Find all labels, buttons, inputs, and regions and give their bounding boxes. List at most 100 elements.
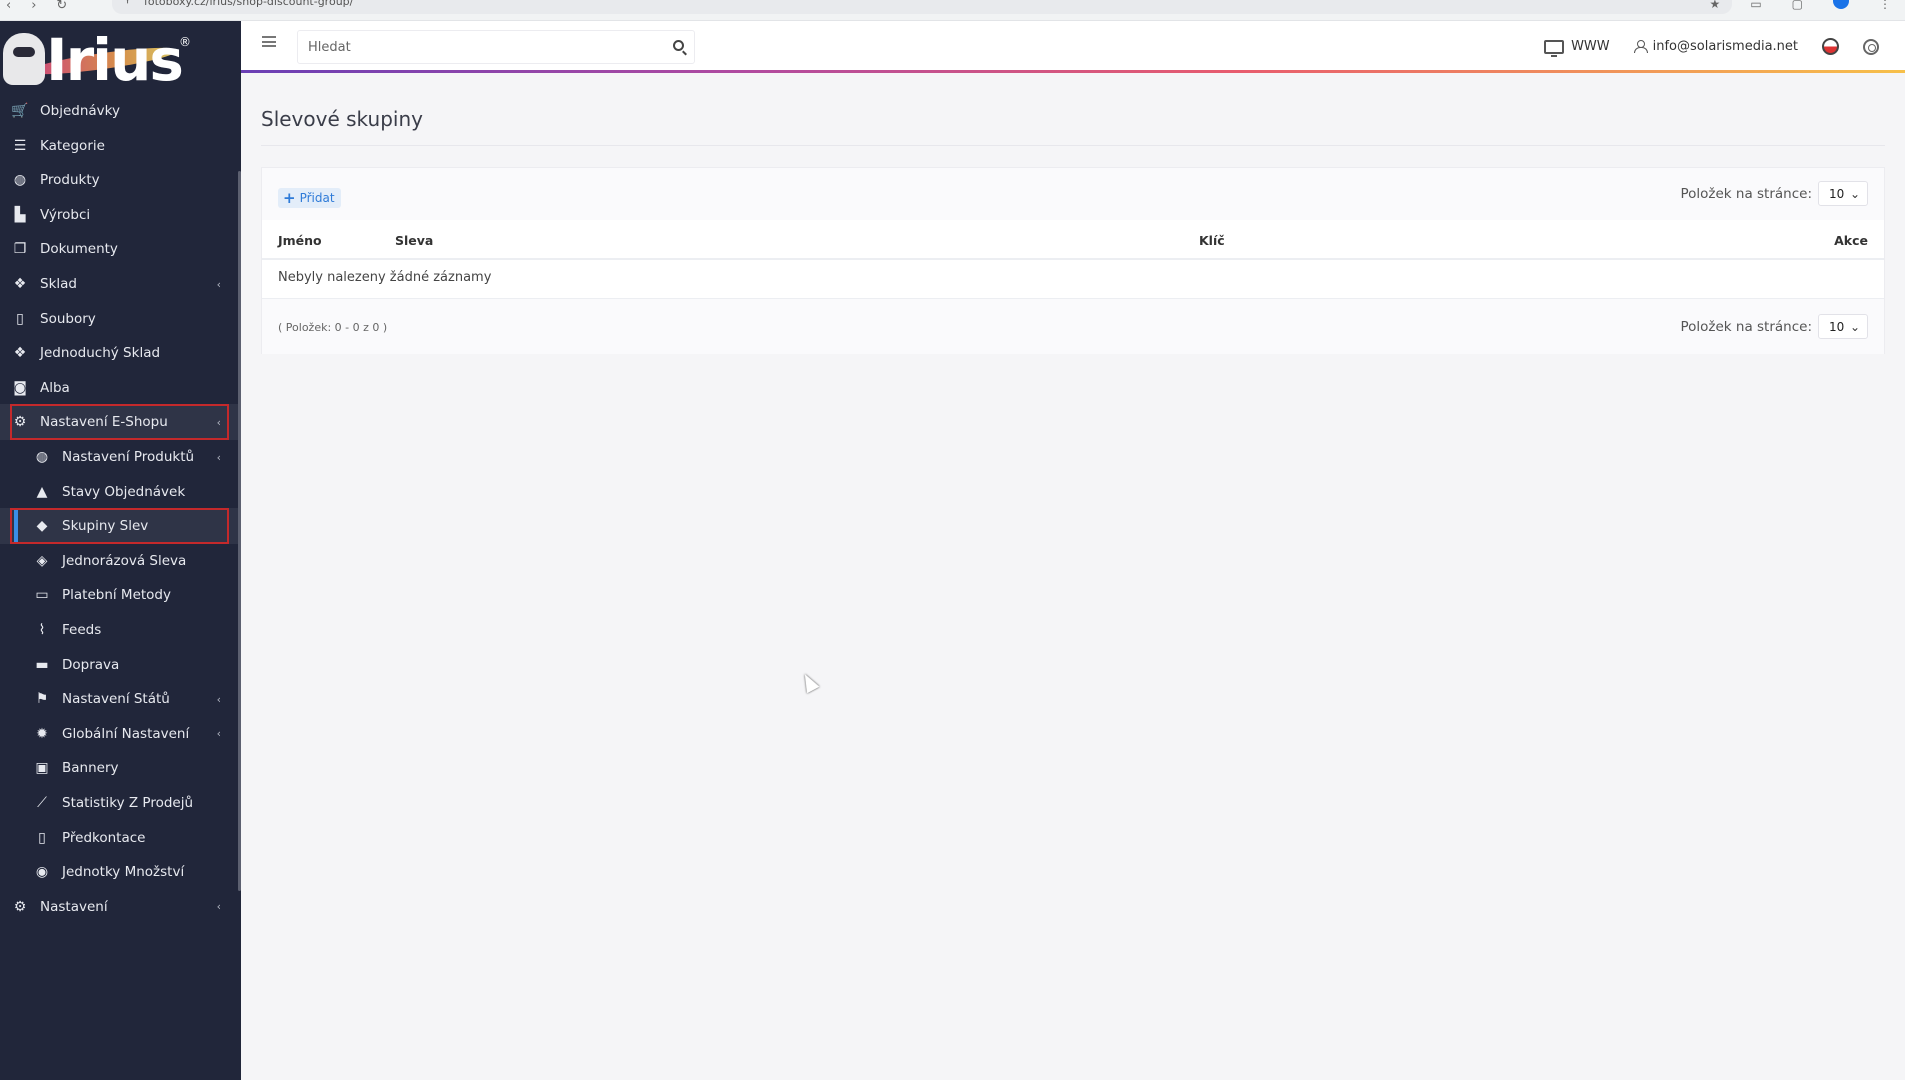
language-flag-icon[interactable] [1822, 38, 1839, 55]
sidebar-item-jednotky-mnozstvi[interactable]: ◉ Jednotky Množství [0, 854, 241, 890]
list-icon: ☰ [13, 137, 27, 154]
sidebar-item-label: Bannery [62, 760, 119, 777]
sidebar-item-label: Globální Nastavení [62, 725, 190, 742]
chevron-down-icon: ⌄ [1849, 186, 1860, 201]
plus-icon: + [283, 189, 296, 207]
sidebar-item-label: Jednoduchý Sklad [40, 345, 161, 362]
sidebar-item-nastaveni-e-shopu[interactable]: ⚙ Nastavení E-Shopu ‹ [0, 404, 241, 441]
per-page-label: Položek na stránce: [1680, 185, 1812, 202]
sidebar-item-bannery[interactable]: ▣ Bannery [0, 750, 241, 786]
reload-icon[interactable]: ↻ [56, 0, 67, 12]
column-header-name[interactable]: Jméno [278, 233, 322, 248]
chevron-left-icon[interactable]: ‹ [217, 900, 221, 913]
sidebar-scrollbar[interactable] [238, 171, 241, 891]
per-page-bottom: Položek na stránce: 10 ⌄ [1680, 314, 1868, 339]
sidebar-item-jednoduchy-sklad[interactable]: ❖ Jednoduchý Sklad [0, 335, 241, 371]
column-header-key[interactable]: Klíč [1199, 233, 1225, 248]
topbar-actions: WWW info@solarismedia.net [1544, 21, 1879, 72]
monitor-icon [1544, 39, 1565, 57]
column-header-discount[interactable]: Sleva [395, 233, 433, 248]
logo[interactable]: Irius ® [0, 21, 241, 94]
sidebar-item-label: Soubory [40, 310, 96, 327]
chevron-left-icon[interactable]: ‹ [217, 278, 221, 291]
sidebar-item-label: Kategorie [40, 137, 105, 154]
sidebar-item-globalni-nastaveni[interactable]: ✹ Globální Nastavení ‹ [0, 716, 241, 752]
search-icon[interactable] [673, 40, 684, 51]
extension-icon[interactable]: ▭ [1750, 0, 1761, 10]
panel-toolbar: + Přidat Položek na stránce: 10 ⌄ [262, 168, 1884, 220]
page-title: Slevové skupiny [261, 107, 423, 131]
user-menu[interactable]: info@solarismedia.net [1633, 39, 1798, 54]
chart-icon: ⟋ [37, 795, 47, 811]
sidebar-item-doprava[interactable]: ▬ Doprava [0, 647, 241, 683]
dropbox-icon: ❖ [13, 345, 27, 362]
sidebar-item-nastaveni-produktu[interactable]: ◍ Nastavení Produktů ‹ [0, 439, 241, 475]
sidebar-item-kategorie[interactable]: ☰ Kategorie [0, 128, 241, 164]
sidebar-item-nastaveni-statu[interactable]: ⚑ Nastavení Států ‹ [0, 681, 241, 717]
chevron-left-icon[interactable]: ‹ [217, 727, 221, 740]
www-label: WWW [1571, 39, 1610, 54]
sidebar-item-stavy-objednavek[interactable]: ▲ Stavy Objednávek [0, 474, 241, 510]
chevron-left-icon[interactable]: ‹ [217, 693, 221, 706]
unit-icon: ◉ [35, 864, 49, 881]
feed-icon: ⌇ [38, 622, 46, 638]
table-header: Jméno Sleva Klíč Akce [262, 220, 1884, 260]
url-text: fotoboxy.cz/irius/shop-discount-group/ [144, 0, 354, 8]
sidebar-item-label: Jednotky Množství [62, 864, 185, 881]
profile-avatar-icon[interactable] [1833, 0, 1849, 9]
truck-icon: ▬ [35, 656, 49, 673]
sidebar-item-label: Nastavení [40, 898, 108, 915]
bookmark-star-icon[interactable]: ★ [1710, 0, 1721, 10]
sidebar-item-platebni-metody[interactable]: ▭ Platební Metody [0, 577, 241, 613]
chevron-left-icon[interactable]: ‹ [217, 451, 221, 464]
add-button[interactable]: + Přidat [278, 188, 341, 208]
sidebar-item-produkty[interactable]: ◍ Produkty [0, 162, 241, 198]
chevron-down-icon: ⌄ [1849, 319, 1860, 334]
discount-groups-panel: + Přidat Položek na stránce: 10 ⌄ Jméno … [261, 167, 1885, 354]
forward-icon[interactable]: › [31, 0, 36, 12]
sidebar-item-label: Předkontace [62, 829, 146, 846]
browser-nav: ‹ › ↻ [6, 0, 67, 12]
per-page-select[interactable]: 10 ⌄ [1818, 181, 1868, 206]
www-link[interactable]: WWW [1544, 39, 1610, 57]
browser-menu-icon[interactable]: ⋮ [1879, 0, 1891, 10]
sidebar-item-alba[interactable]: ◙ Alba [0, 370, 241, 406]
per-page-label: Položek na stránce: [1680, 318, 1812, 335]
per-page-select[interactable]: 10 ⌄ [1818, 314, 1868, 339]
empty-table-message: Nebyly nalezeny žádné záznamy [278, 270, 492, 285]
logout-icon[interactable] [1863, 38, 1879, 55]
sidebar-item-label: Doprava [62, 656, 120, 673]
file-icon: ▯ [16, 310, 24, 327]
sidebar-item-label: Dokumenty [40, 241, 118, 258]
per-page-value: 10 [1829, 186, 1845, 201]
sidebar-item-skupiny-slev[interactable]: ◆ Skupiny Slev [0, 508, 241, 545]
sidebar-item-nastaveni[interactable]: ⚙ Nastavení ‹ [0, 889, 241, 925]
sidebar-item-label: Sklad [40, 276, 77, 292]
sidebar-item-label: Objednávky [40, 103, 120, 119]
sidebar-item-dokumenty[interactable]: ❐ Dokumenty [0, 231, 241, 267]
menu-toggle-icon[interactable] [262, 36, 276, 47]
sidebar-item-feeds[interactable]: ⌇ Feeds [0, 612, 241, 648]
mouse-cursor [798, 670, 820, 694]
sidebar-item-statistiky-z-prodeju[interactable]: ⟋ Statistiky Z Prodejů [0, 785, 241, 821]
chevron-left-icon[interactable]: ‹ [217, 416, 221, 429]
sidebar-item-objednavky[interactable]: 🛒 Objednávky [0, 93, 241, 129]
sidebar-item-jednorazova-sleva[interactable]: ◈ Jednorázová Sleva [0, 543, 241, 579]
sidebar-item-label: Nastavení Produktů [62, 449, 195, 465]
search-box [297, 30, 695, 64]
window-icon[interactable]: ▢ [1792, 0, 1803, 10]
sidebar-item-sklad[interactable]: ❖ Sklad ‹ [0, 266, 241, 302]
back-icon[interactable]: ‹ [6, 0, 11, 12]
search-input[interactable] [298, 31, 638, 63]
site-info-icon[interactable]: ⚲ [124, 0, 131, 5]
gear-icon: ✹ [36, 725, 48, 742]
address-bar[interactable]: ⚲ fotoboxy.cz/irius/shop-discount-group/ [112, 0, 1732, 14]
ball-icon: ◍ [13, 172, 27, 189]
sidebar-item-soubory[interactable]: ▯ Soubory [0, 301, 241, 337]
logo-mascot-icon [3, 33, 45, 85]
sidebar-item-label: Nastavení Států [62, 691, 170, 708]
sidebar-item-vyrobci[interactable]: ▙ Výrobci [0, 197, 241, 233]
browser-toolbar: ‹ › ↻ ⚲ fotoboxy.cz/irius/shop-discount-… [0, 0, 1905, 21]
user-email: info@solarismedia.net [1652, 39, 1798, 54]
sidebar-item-predkontace[interactable]: ▯ Předkontace [0, 820, 241, 856]
